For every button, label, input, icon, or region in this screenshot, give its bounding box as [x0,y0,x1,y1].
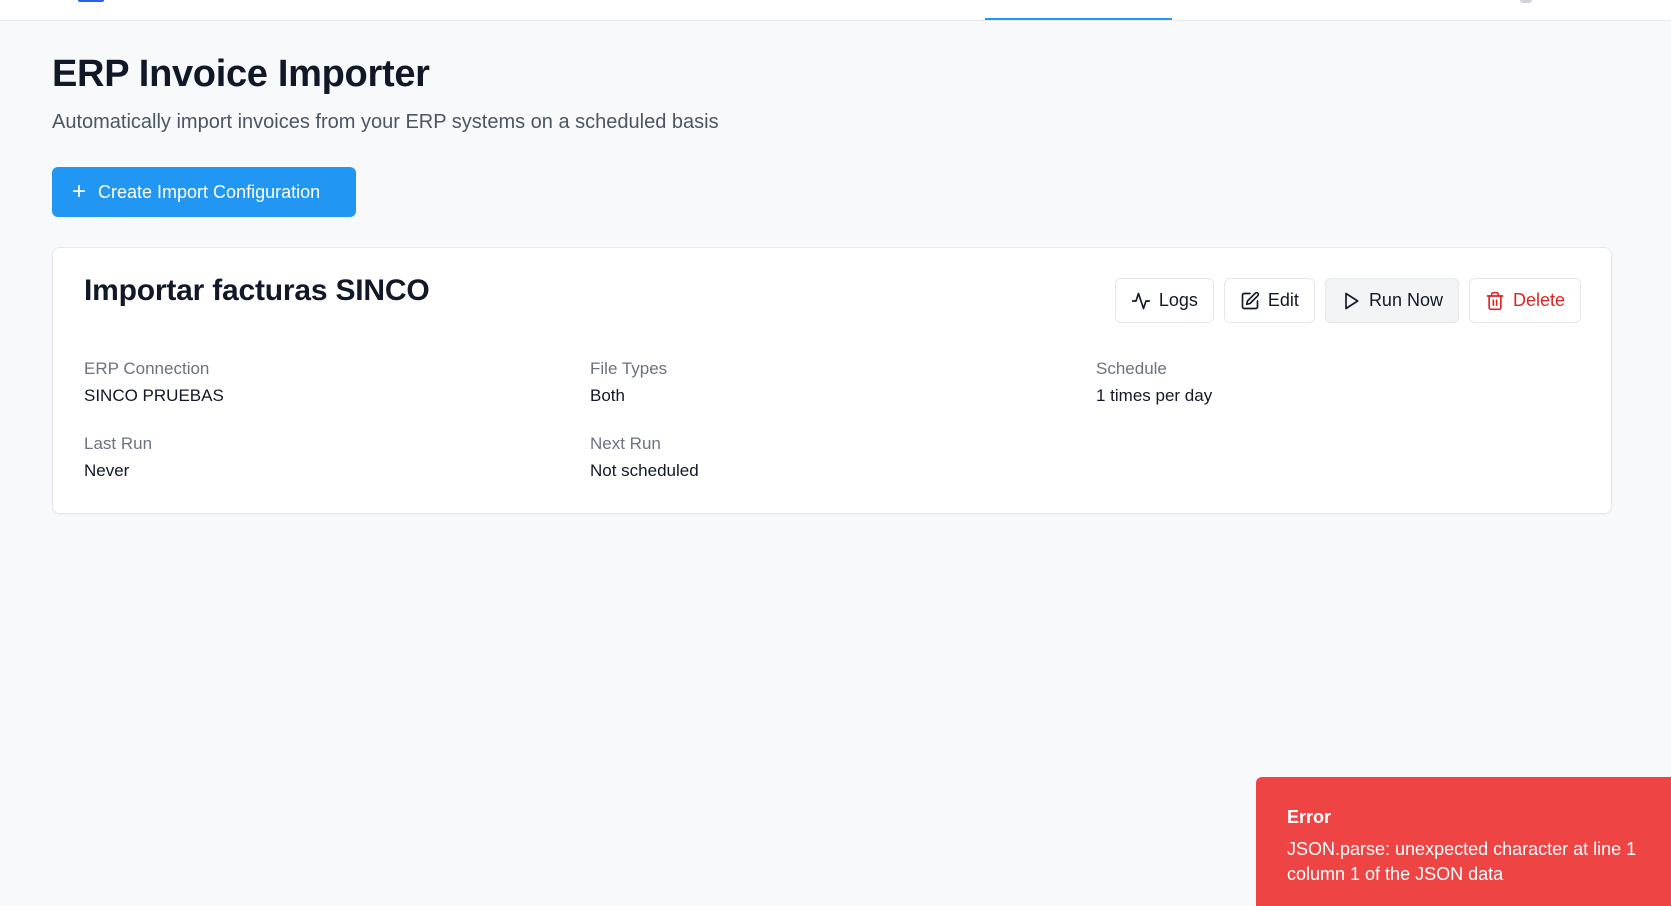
app-logo-icon[interactable] [78,0,104,2]
page-title: ERP Invoice Importer [52,53,430,95]
user-avatar-icon[interactable] [1520,0,1532,3]
error-toast[interactable]: Error JSON.parse: unexpected character a… [1256,777,1671,906]
erp-connection-label: ERP Connection [84,359,210,378]
import-config-card: Importar facturas SINCO Logs Edit Run No… [52,247,1612,514]
run-now-label: Run Now [1368,290,1443,310]
erp-connection-value: SINCO PRUEBAS [84,386,224,405]
run-now-button[interactable]: Run Now [1324,278,1459,323]
next-run-label: Next Run [590,434,661,453]
active-tab-indicator [985,18,1172,20]
edit-button[interactable]: Edit [1223,278,1315,323]
main-content: ERP Invoice Importer Automatically impor… [52,50,1612,217]
trash-icon [1486,291,1504,310]
file-types-label: File Types [590,359,668,378]
edit-icon [1241,291,1260,309]
last-run-value: Never [84,461,130,480]
activity-icon [1131,292,1151,309]
logs-label: Logs [1158,290,1198,310]
last-run-label: Last Run [84,434,153,453]
next-run-value: Not scheduled [590,461,699,480]
logs-button[interactable]: Logs [1114,278,1214,323]
page-subtitle: Automatically import invoices from your … [52,111,719,133]
create-button-label: Create Import Configuration [98,181,321,202]
delete-button[interactable]: Delete [1468,278,1581,323]
file-types-value: Both [590,386,625,405]
delete-label: Delete [1512,290,1565,310]
schedule-label: Schedule [1096,359,1167,378]
toast-title: Error [1287,807,1332,827]
toast-message: JSON.parse: unexpected character at line… [1287,839,1637,884]
config-title: Importar facturas SINCO [84,274,430,307]
plus-icon: + [72,178,87,205]
schedule-value: 1 times per day [1096,386,1213,405]
top-navbar [0,0,1671,21]
play-icon [1345,292,1359,309]
edit-label: Edit [1267,290,1299,310]
create-import-configuration-button[interactable]: + Create Import Configuration [52,167,356,217]
card-actions: Logs Edit Run Now Delete [1114,278,1581,323]
